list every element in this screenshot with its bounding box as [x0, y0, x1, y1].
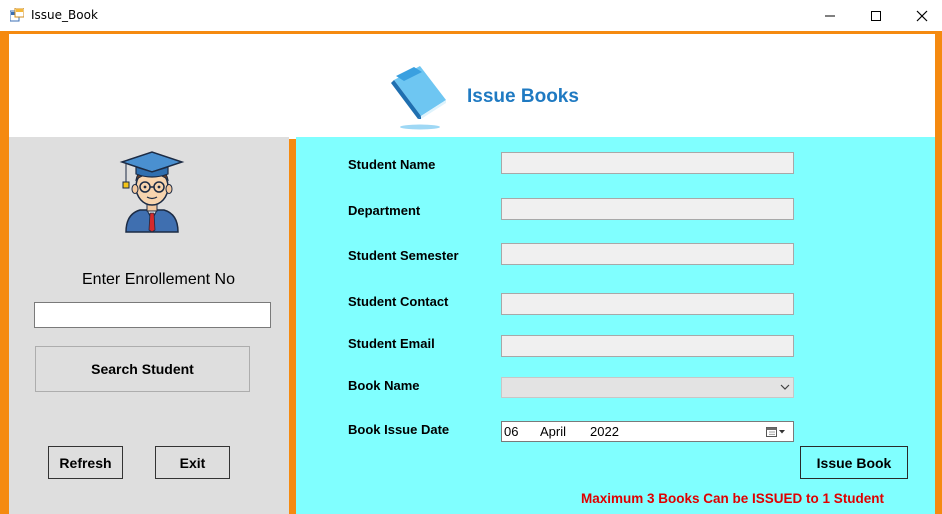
panel-divider	[289, 139, 296, 514]
minimize-button[interactable]	[807, 0, 853, 31]
exit-button[interactable]: Exit	[155, 446, 230, 479]
book-icon	[391, 66, 446, 130]
email-field[interactable]	[501, 335, 794, 357]
maximize-button[interactable]	[853, 0, 899, 31]
enrollment-label: Enter Enrollement No	[82, 271, 235, 288]
window-title: Issue_Book	[31, 8, 98, 22]
date-month[interactable]: April	[540, 424, 566, 439]
email-label: Student Email	[348, 336, 435, 351]
enrollment-input[interactable]	[34, 302, 271, 328]
close-button[interactable]	[899, 0, 942, 31]
maximize-icon	[871, 10, 881, 21]
calendar-icon[interactable]	[765, 425, 789, 438]
semester-field[interactable]	[501, 243, 794, 265]
contact-label: Student Contact	[348, 294, 449, 309]
book-name-label: Book Name	[348, 378, 420, 393]
department-field[interactable]	[501, 198, 794, 220]
book-name-dropdown[interactable]	[501, 377, 794, 398]
frame-left-border	[0, 31, 9, 514]
search-student-button[interactable]: Search Student	[35, 346, 250, 392]
refresh-button[interactable]: Refresh	[48, 446, 123, 479]
department-label: Department	[348, 203, 421, 218]
issue-date-picker[interactable]: 06 April 2022	[501, 421, 794, 442]
issue-limit-notice: Maximum 3 Books Can be ISSUED to 1 Stude…	[581, 491, 885, 506]
graduate-student-icon	[119, 151, 185, 233]
student-name-label: Student Name	[348, 157, 436, 172]
date-year[interactable]: 2022	[590, 424, 619, 439]
chevron-down-icon	[780, 384, 790, 390]
page-title: Issue Books	[467, 86, 579, 107]
window-title-bar	[0, 0, 942, 32]
date-day[interactable]: 06	[504, 424, 518, 439]
app-icon	[10, 8, 24, 22]
close-icon	[916, 10, 928, 21]
issue-date-label: Book Issue Date	[348, 422, 450, 437]
contact-field[interactable]	[501, 293, 794, 315]
student-name-field[interactable]	[501, 152, 794, 174]
semester-label: Student Semester	[348, 248, 459, 263]
minimize-icon	[825, 15, 835, 16]
issue-book-button[interactable]: Issue Book	[800, 446, 908, 479]
frame-right-border	[935, 31, 942, 514]
